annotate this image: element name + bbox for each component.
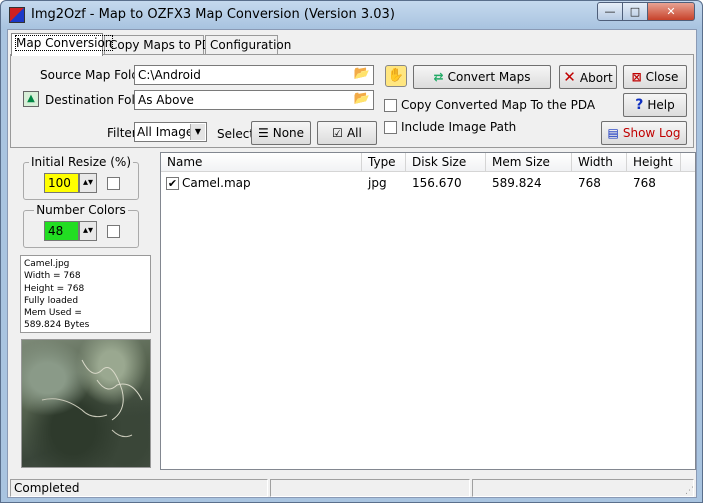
cell-name: Camel.map — [182, 176, 251, 190]
tab-label: Copy Maps to PDA — [109, 38, 219, 52]
column-header-height[interactable]: Height — [627, 153, 681, 172]
hand-icon[interactable]: ✋ — [385, 65, 407, 87]
app-icon — [9, 7, 25, 23]
status-text: Completed — [10, 479, 268, 497]
close-button[interactable]: ⊠ Close — [623, 65, 687, 89]
initial-resize-input[interactable]: 100 — [44, 173, 79, 193]
file-list-header: Name Type Disk Size Mem Size Width Heigh… — [161, 153, 695, 172]
column-header-width[interactable]: Width — [572, 153, 627, 172]
include-image-path-label: Include Image Path — [401, 120, 517, 134]
cell-mem-size: 589.824 — [492, 176, 542, 190]
initial-resize-checkbox[interactable] — [107, 177, 120, 190]
copy-to-pda-checkbox[interactable] — [384, 99, 397, 112]
help-label: Help — [647, 98, 675, 112]
initial-resize-title: Initial Resize (%) — [28, 155, 134, 169]
initial-resize-group: Initial Resize (%) 100 ▴▾ — [23, 155, 139, 200]
abort-label: Abort — [579, 71, 613, 85]
map-conversion-panel: Source Map Folder C:\Android 📂 ▲ Destina… — [10, 54, 694, 148]
colors-spinner-icon[interactable]: ▴▾ — [79, 221, 97, 241]
status-bar: Completed ⋰ — [8, 479, 696, 497]
map-roads-overlay — [41, 359, 143, 438]
close-box-icon: ⊠ — [631, 70, 642, 84]
question-icon: ? — [635, 97, 644, 113]
info-line: Fully loaded — [24, 295, 79, 306]
list-icon: ☰ — [257, 126, 269, 140]
convert-icon: ⇄ — [433, 70, 444, 84]
tab-configuration[interactable]: Configuration — [205, 35, 291, 55]
info-line: Height = 768 — [24, 283, 85, 294]
up-arrow-icon[interactable]: ▲ — [23, 91, 39, 107]
number-colors-group: Number Colors 48 ▴▾ — [23, 203, 139, 248]
abort-button[interactable]: ✕ Abort — [559, 65, 617, 89]
row-checkbox[interactable]: ✔ — [166, 177, 179, 190]
cell-disk-size: 156.670 — [412, 176, 462, 190]
select-label: Select — [217, 127, 255, 141]
image-info-box: Camel.jpg Width = 768 Height = 768 Fully… — [20, 255, 151, 333]
info-line: Width = 768 — [24, 271, 81, 282]
title-bar[interactable]: Img2Ozf - Map to OZFX3 Map Conversion (V… — [1, 1, 702, 28]
chevron-down-icon: ▼ — [190, 124, 205, 140]
tab-copy-maps-to-pda[interactable]: Copy Maps to PDA — [104, 35, 219, 55]
table-row[interactable]: ✔ Camel.map jpg 156.670 589.824 768 768 — [161, 173, 695, 193]
status-panel-3 — [472, 479, 694, 497]
show-log-button[interactable]: ▤ Show Log — [601, 121, 687, 145]
status-panel-2 — [270, 479, 470, 497]
file-list[interactable]: Name Type Disk Size Mem Size Width Heigh… — [160, 152, 696, 470]
source-folder-input[interactable]: C:\Android — [134, 65, 374, 85]
resize-grip-icon[interactable]: ⋰ — [685, 486, 694, 496]
convert-label: Convert Maps — [447, 70, 531, 84]
folder-open-icon[interactable]: 📂 — [353, 67, 371, 83]
folder-open-icon[interactable]: 📂 — [353, 92, 371, 108]
destination-folder-input[interactable]: As Above — [134, 90, 374, 110]
resize-spinner-icon[interactable]: ▴▾ — [79, 173, 97, 193]
column-header-type[interactable]: Type — [362, 153, 406, 172]
cell-width: 768 — [578, 176, 601, 190]
tab-label: Map Conversion — [14, 35, 114, 51]
map-thumbnail — [21, 339, 151, 468]
number-colors-checkbox[interactable] — [107, 225, 120, 238]
column-header-name[interactable]: Name — [161, 153, 362, 172]
copy-to-pda-label: Copy Converted Map To the PDA — [401, 98, 596, 112]
column-header-mem-size[interactable]: Mem Size — [486, 153, 572, 172]
close-window-button[interactable]: ✕ — [647, 2, 695, 21]
select-none-button[interactable]: ☰ None — [251, 121, 311, 145]
tab-map-conversion[interactable]: Map Conversion — [11, 33, 114, 56]
minimize-button[interactable]: — — [597, 2, 623, 21]
info-line: Mem Used = — [24, 308, 82, 319]
checklist-icon: ☑ — [332, 126, 343, 140]
filter-label: Filter — [107, 126, 137, 140]
log-icon: ▤ — [607, 126, 619, 140]
convert-maps-button[interactable]: ⇄ Convert Maps — [413, 65, 551, 89]
cell-height: 768 — [633, 176, 656, 190]
cell-type: jpg — [368, 176, 387, 190]
maximize-button[interactable]: □ — [622, 2, 648, 21]
none-label: None — [272, 126, 305, 140]
number-colors-input[interactable]: 48 — [44, 221, 79, 241]
number-colors-title: Number Colors — [34, 203, 128, 217]
info-line: 589.824 Bytes — [24, 320, 90, 331]
info-line: Camel.jpg — [24, 259, 70, 269]
show-log-label: Show Log — [622, 126, 681, 140]
all-label: All — [346, 126, 362, 140]
client-area: Map Conversion Copy Maps to PDA Configur… — [7, 29, 697, 498]
select-all-button[interactable]: ☑ All — [317, 121, 377, 145]
close-label: Close — [645, 70, 679, 84]
tab-label: Configuration — [210, 38, 292, 52]
column-header-disk-size[interactable]: Disk Size — [406, 153, 486, 172]
filter-select[interactable]: All Images ▼ — [134, 122, 207, 142]
include-image-path-checkbox[interactable] — [384, 121, 397, 134]
window-title: Img2Ozf - Map to OZFX3 Map Conversion (V… — [31, 7, 395, 22]
x-icon: ✕ — [563, 68, 576, 86]
help-button[interactable]: ? Help — [623, 93, 687, 117]
app-window: Img2Ozf - Map to OZFX3 Map Conversion (V… — [0, 0, 703, 503]
